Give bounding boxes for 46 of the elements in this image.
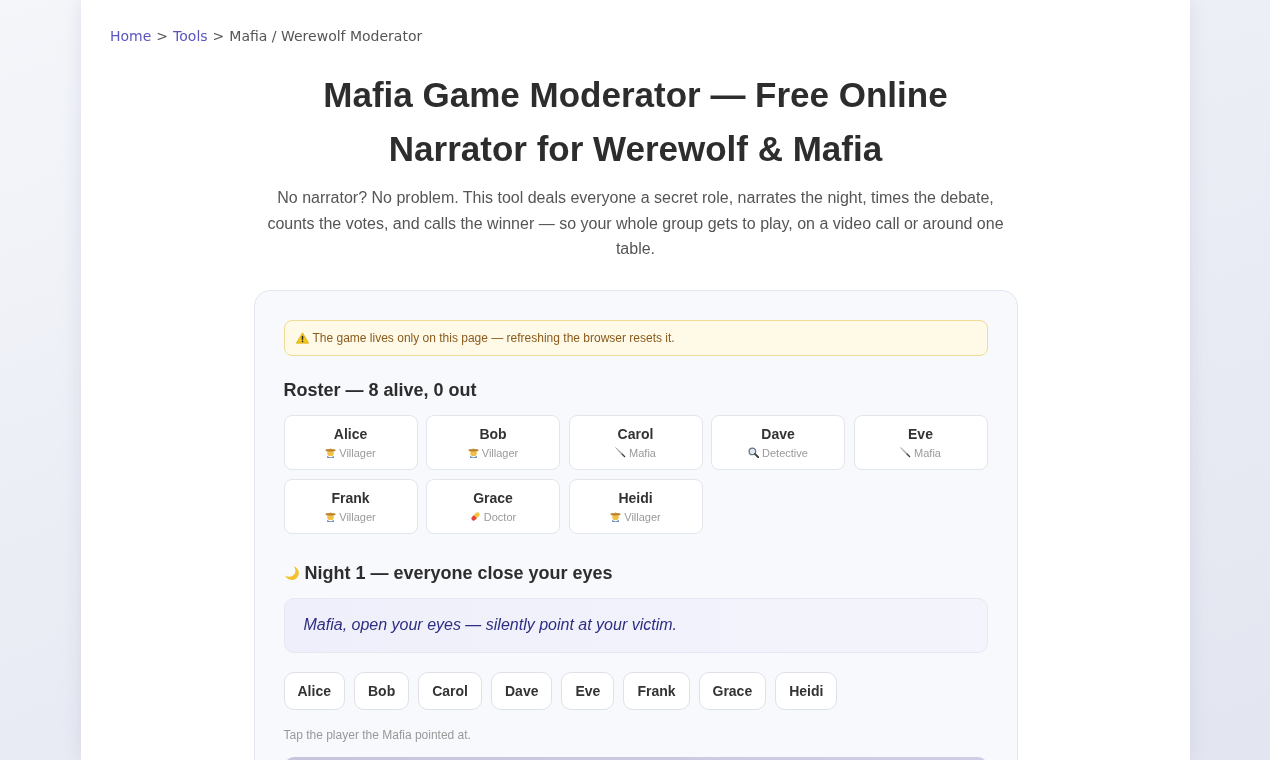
breadcrumb-separator: > (212, 27, 225, 45)
intro-text: No narrator? No problem. This tool deals everyone a secret role, narrates the night, times the debate, counts the votes, and calls the winner — so your whole group gets to play, on a video call or around one table. (266, 188, 1005, 259)
player-name: Carol (617, 424, 654, 443)
player-button[interactable]: Grace (698, 671, 767, 710)
knife-icon (900, 447, 912, 458)
player-button[interactable]: Carol (418, 671, 482, 710)
player-button[interactable]: Dave (491, 671, 553, 710)
player-role: Mafia (629, 445, 656, 461)
breadcrumb-link[interactable]: Tools (173, 27, 208, 45)
player-name: Alice (333, 424, 368, 443)
knife-icon (615, 447, 627, 458)
player-role: Villager (481, 445, 519, 461)
breadcrumb-link[interactable]: Home (110, 27, 152, 45)
hint-text: Tap the player the Mafia pointed at. (283, 726, 472, 743)
player-name: Grace (473, 488, 513, 507)
player-button[interactable]: Alice (283, 671, 345, 710)
player-name: Eve (908, 424, 933, 443)
player-role: Mafia (914, 445, 941, 461)
player-button[interactable]: Frank (623, 671, 690, 710)
farmer-icon (325, 511, 337, 522)
night-heading: Night 1 — everyone close your eyes (304, 561, 613, 585)
farmer-icon (325, 447, 337, 458)
player-button[interactable]: Eve (561, 671, 615, 710)
player-name: Dave (761, 424, 795, 443)
player-button[interactable]: Bob (353, 671, 410, 710)
player-role: Detective (762, 445, 808, 461)
moon-icon (283, 564, 300, 581)
player-role: Villager (624, 509, 661, 525)
player-name: Bob (479, 424, 507, 443)
player-name: Frank (331, 488, 370, 507)
player-name: Heidi (618, 488, 653, 507)
player-role: Doctor (483, 509, 517, 525)
farmer-icon (467, 447, 479, 458)
magnifier-icon (748, 447, 760, 458)
farmer-icon (610, 511, 622, 522)
player-role: Villager (339, 509, 376, 525)
page-title: Mafia Game Moderator — Free Online Narrator for Werewolf & Mafia (322, 74, 949, 170)
pill-icon (469, 511, 481, 522)
player-role: Villager (339, 445, 376, 461)
warning-text: The game lives only on this page — refreshing the browser resets it. (312, 329, 675, 346)
breadcrumb-separator: > (156, 27, 169, 45)
breadcrumb-current: Mafia / Werewolf Moderator (229, 27, 423, 45)
warning-icon (295, 331, 309, 344)
prompt-text: Mafia, open your eyes — silently point at your victim. (303, 616, 677, 634)
player-button[interactable]: Heidi (775, 671, 838, 710)
roster-heading: Roster — 8 alive, 0 out (283, 378, 478, 402)
